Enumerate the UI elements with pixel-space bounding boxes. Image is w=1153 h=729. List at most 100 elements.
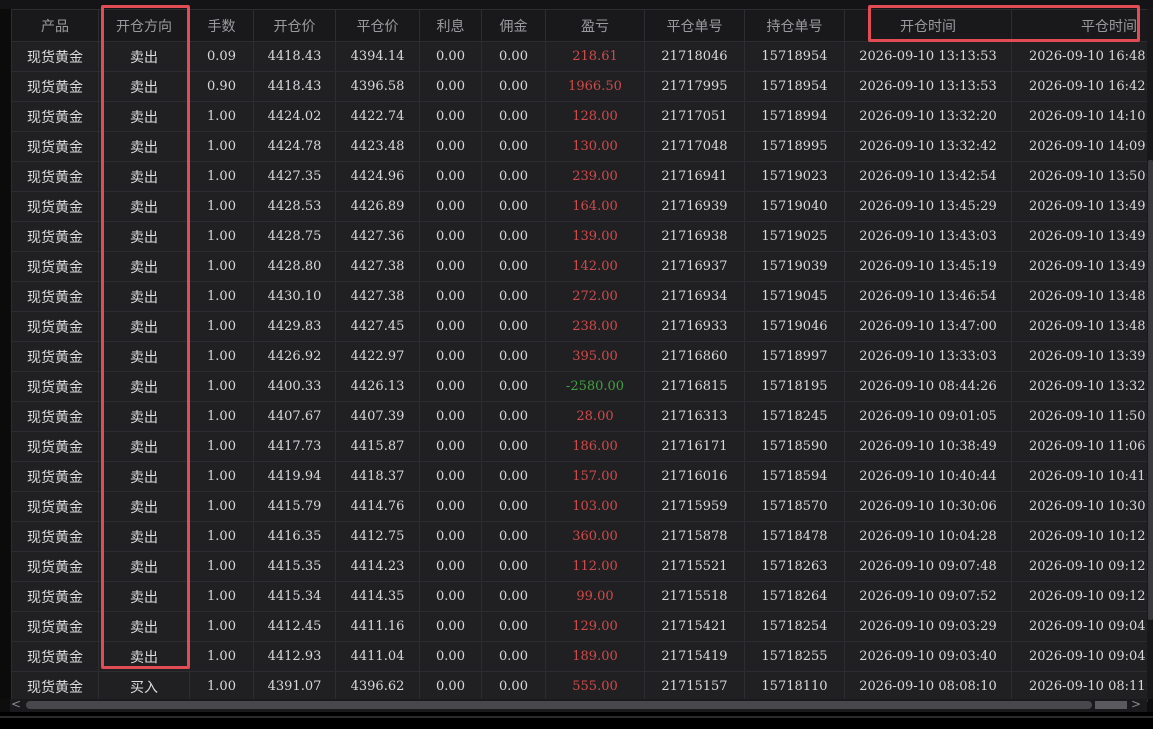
cell-direction: 卖出 [98, 281, 190, 312]
cell-close-order-no: 21716933 [644, 311, 745, 342]
table-row[interactable]: 现货黄金 卖出 1.00 4415.34 4414.35 0.00 0.00 99.00 217… [11, 581, 1148, 612]
cell-open-time: 2026-09-10 13:45:29 [844, 191, 1012, 222]
cell-product: 现货黄金 [11, 131, 99, 162]
table-row[interactable]: 现货黄金 买入 1.00 4391.07 4396.62 0.00 0.00 555.00 21… [11, 671, 1148, 702]
table-row[interactable]: 现货黄金 卖出 1.00 4428.75 4427.36 0.00 0.00 139.00 21… [11, 221, 1148, 252]
col-header-interest[interactable]: 利息 [419, 9, 482, 42]
cell-close-price: 4396.58 [335, 71, 420, 102]
col-header-close-order-no[interactable]: 平仓单号 [644, 9, 745, 42]
cell-close-order-no: 21716941 [644, 161, 745, 192]
horizontal-scrollbar-thumb[interactable] [26, 701, 1092, 709]
horizontal-scrollbar-end-block[interactable] [1095, 701, 1127, 709]
cell-commission: 0.00 [481, 521, 546, 552]
cell-position-no: 15718994 [744, 101, 845, 132]
cell-direction: 卖出 [98, 461, 190, 492]
col-header-close-price[interactable]: 平仓价 [335, 9, 420, 42]
cell-close-order-no: 21715419 [644, 641, 745, 672]
cell-open-price: 4391.07 [253, 671, 336, 702]
cell-lots: 1.00 [189, 161, 254, 192]
cell-close-time: 2026-09-10 16:42: [1011, 71, 1148, 102]
table-row[interactable]: 现货黄金 卖出 1.00 4427.35 4424.96 0.00 0.00 239.00 21… [11, 161, 1148, 192]
cell-commission: 0.00 [481, 401, 546, 432]
cell-direction: 卖出 [98, 251, 190, 282]
cell-open-time: 2026-09-10 09:03:40 [844, 641, 1012, 672]
cell-profit-loss: 128.00 [545, 101, 645, 132]
cell-close-time: 2026-09-10 09:04: [1011, 611, 1148, 642]
cell-commission: 0.00 [481, 551, 546, 582]
table-row[interactable]: 现货黄金 卖出 1.00 4419.94 4418.37 0.00 0.00 157.00 21… [11, 461, 1148, 492]
cell-position-no: 15718255 [744, 641, 845, 672]
table-row[interactable]: 现货黄金 卖出 1.00 4415.79 4414.76 0.00 0.00 103.00 21… [11, 491, 1148, 522]
cell-product: 现货黄金 [11, 551, 99, 582]
cell-open-price: 4429.83 [253, 311, 336, 342]
table-row[interactable]: 现货黄金 卖出 1.00 4426.92 4422.97 0.00 0.00 395.00 21… [11, 341, 1148, 372]
cell-interest: 0.00 [419, 221, 482, 252]
cell-interest: 0.00 [419, 161, 482, 192]
table-row[interactable]: 现货黄金 卖出 1.00 4430.10 4427.38 0.00 0.00 272.00 21… [11, 281, 1148, 312]
table-row[interactable]: 现货黄金 卖出 1.00 4412.45 4411.16 0.00 0.00 129.00 21… [11, 611, 1148, 642]
table-row[interactable]: 现货黄金 卖出 1.00 4428.80 4427.38 0.00 0.00 142.00 21… [11, 251, 1148, 282]
cell-interest: 0.00 [419, 341, 482, 372]
cell-close-time: 2026-09-10 13:49: [1011, 221, 1148, 252]
col-header-close-time[interactable]: 平仓时间 [1011, 9, 1148, 42]
scroll-left-arrow-icon[interactable]: < [10, 697, 22, 712]
cell-lots: 1.00 [189, 251, 254, 282]
table-row[interactable]: 现货黄金 卖出 1.00 4407.67 4407.39 0.00 0.00 28.00 217… [11, 401, 1148, 432]
col-header-product[interactable]: 产品 [11, 9, 99, 42]
cell-profit-loss: 218.61 [545, 41, 645, 72]
table-row[interactable]: 现货黄金 卖出 1.00 4415.35 4414.23 0.00 0.00 112.00 21… [11, 551, 1148, 582]
cell-lots: 1.00 [189, 191, 254, 222]
vertical-scrollbar-thumb[interactable] [1148, 160, 1153, 620]
cell-commission: 0.00 [481, 221, 546, 252]
cell-close-order-no: 21715521 [644, 551, 745, 582]
col-header-open-price[interactable]: 开仓价 [253, 9, 336, 42]
cell-product: 现货黄金 [11, 221, 99, 252]
cell-open-price: 4427.35 [253, 161, 336, 192]
table-row[interactable]: 现货黄金 卖出 1.00 4412.93 4411.04 0.00 0.00 189.00 21… [11, 641, 1148, 672]
cell-close-time: 2026-09-10 09:12: [1011, 581, 1148, 612]
table-row[interactable]: 现货黄金 卖出 0.09 4418.43 4394.14 0.00 0.00 218.61 21… [11, 41, 1148, 72]
cell-open-time: 2026-09-10 13:32:42 [844, 131, 1012, 162]
cell-interest: 0.00 [419, 71, 482, 102]
cell-open-time: 2026-09-10 13:13:53 [844, 71, 1012, 102]
cell-open-price: 4430.10 [253, 281, 336, 312]
cell-lots: 1.00 [189, 491, 254, 522]
table-row[interactable]: 现货黄金 卖出 1.00 4429.83 4427.45 0.00 0.00 238.00 21… [11, 311, 1148, 342]
cell-close-price: 4426.89 [335, 191, 420, 222]
table-row[interactable]: 现货黄金 卖出 1.00 4424.78 4423.48 0.00 0.00 130.00 21… [11, 131, 1148, 162]
cell-lots: 0.90 [189, 71, 254, 102]
cell-open-price: 4424.78 [253, 131, 336, 162]
cell-close-order-no: 21715518 [644, 581, 745, 612]
cell-interest: 0.00 [419, 401, 482, 432]
col-header-commission[interactable]: 佣金 [481, 9, 546, 42]
table-row[interactable]: 现货黄金 卖出 1.00 4428.53 4426.89 0.00 0.00 164.00 21… [11, 191, 1148, 222]
cell-close-price: 4424.96 [335, 161, 420, 192]
table-row[interactable]: 现货黄金 卖出 1.00 4400.33 4426.13 0.00 0.00 -2580.00… [11, 371, 1148, 402]
cell-profit-loss: 186.00 [545, 431, 645, 462]
cell-commission: 0.00 [481, 491, 546, 522]
col-header-open-direction[interactable]: 开仓方向 [98, 9, 190, 42]
cell-interest: 0.00 [419, 191, 482, 222]
cell-open-price: 4426.92 [253, 341, 336, 372]
cell-position-no: 15718264 [744, 581, 845, 612]
cell-position-no: 15719023 [744, 161, 845, 192]
scroll-right-arrow-icon[interactable]: > [1130, 697, 1142, 712]
col-header-position-no[interactable]: 持仓单号 [744, 9, 845, 42]
col-header-open-time[interactable]: 开仓时间 [844, 9, 1012, 42]
col-header-lots[interactable]: 手数 [189, 9, 254, 42]
cell-direction: 卖出 [98, 551, 190, 582]
cell-close-time: 2026-09-10 13:48: [1011, 311, 1148, 342]
cell-lots: 1.00 [189, 461, 254, 492]
cell-open-price: 4412.45 [253, 611, 336, 642]
table-row[interactable]: 现货黄金 卖出 1.00 4424.02 4422.74 0.00 0.00 128.00 21… [11, 101, 1148, 132]
cell-open-price: 4415.34 [253, 581, 336, 612]
trade-history-window: 产品 开仓方向 手数 开仓价 平仓价 利息 佣金 盈亏 平仓单号 持仓单号 开仓… [0, 0, 1153, 729]
cell-direction: 卖出 [98, 641, 190, 672]
cell-open-price: 4416.35 [253, 521, 336, 552]
table-row[interactable]: 现货黄金 卖出 1.00 4417.73 4415.87 0.00 0.00 186.00 21… [11, 431, 1148, 462]
cell-close-order-no: 21716016 [644, 461, 745, 492]
table-row[interactable]: 现货黄金 卖出 1.00 4416.35 4412.75 0.00 0.00 360.00 21… [11, 521, 1148, 552]
col-header-profit-loss[interactable]: 盈亏 [545, 9, 645, 42]
cell-open-time: 2026-09-10 13:46:54 [844, 281, 1012, 312]
table-row[interactable]: 现货黄金 卖出 0.90 4418.43 4396.58 0.00 0.00 1966.50 2… [11, 71, 1148, 102]
